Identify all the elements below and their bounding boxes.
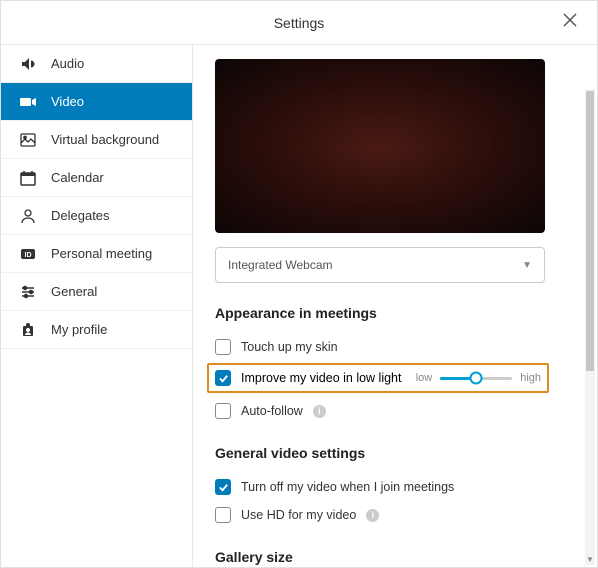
- camera-select-value: Integrated Webcam: [228, 258, 333, 272]
- sidebar-label: Audio: [51, 56, 84, 71]
- checkbox-touchup[interactable]: [215, 339, 231, 355]
- option-label: Turn off my video when I join meetings: [241, 480, 454, 494]
- sidebar-item-my-profile[interactable]: My profile: [1, 311, 192, 349]
- settings-modal: Settings Audio Video Virtual background …: [0, 0, 598, 568]
- chevron-down-icon: ▼: [522, 260, 532, 271]
- sidebar-label: Calendar: [51, 170, 104, 185]
- video-icon: [19, 93, 37, 111]
- sliders-icon: [19, 283, 37, 301]
- sidebar-item-calendar[interactable]: Calendar: [1, 159, 192, 197]
- settings-content: Integrated Webcam ▼ Appearance in meetin…: [193, 45, 597, 567]
- content-scrollbar[interactable]: ▲ ▼: [585, 89, 595, 565]
- check-icon: [218, 373, 229, 384]
- section-general-heading: General video settings: [215, 445, 575, 461]
- camera-select[interactable]: Integrated Webcam ▼: [215, 247, 545, 283]
- sidebar-label: Video: [51, 94, 84, 109]
- sidebar-item-video[interactable]: Video: [1, 83, 192, 121]
- slider-high-label: high: [520, 372, 541, 384]
- option-lowlight-highlighted[interactable]: Improve my video in low light low high: [207, 363, 549, 393]
- option-label: Improve my video in low light: [241, 371, 401, 385]
- settings-sidebar: Audio Video Virtual background Calendar …: [1, 45, 193, 567]
- lowlight-slider-wrap: low high: [416, 371, 541, 385]
- check-icon: [218, 482, 229, 493]
- scroll-down-icon[interactable]: ▼: [585, 555, 595, 565]
- checkbox-autofollow[interactable]: [215, 403, 231, 419]
- checkbox-hd[interactable]: [215, 507, 231, 523]
- sidebar-item-virtual-background[interactable]: Virtual background: [1, 121, 192, 159]
- sidebar-label: Delegates: [51, 208, 110, 223]
- slider-low-label: low: [416, 372, 433, 384]
- close-button[interactable]: [563, 13, 583, 33]
- video-preview: [215, 59, 545, 233]
- calendar-icon: [19, 169, 37, 187]
- option-label: Use HD for my video: [241, 508, 356, 522]
- option-label: Touch up my skin: [241, 340, 338, 354]
- modal-body: Audio Video Virtual background Calendar …: [1, 45, 597, 567]
- checkbox-lowlight[interactable]: [215, 370, 231, 386]
- option-touchup[interactable]: Touch up my skin: [215, 335, 575, 359]
- option-autofollow[interactable]: Auto-follow i: [215, 399, 575, 423]
- option-hd-video[interactable]: Use HD for my video i: [215, 503, 575, 527]
- sidebar-label: Personal meeting: [51, 246, 152, 261]
- option-label: Auto-follow: [241, 404, 303, 418]
- info-icon[interactable]: i: [366, 509, 379, 522]
- section-gallery-heading: Gallery size: [215, 549, 575, 565]
- sidebar-item-personal-meeting[interactable]: ID Personal meeting: [1, 235, 192, 273]
- scrollbar-thumb[interactable]: [586, 91, 594, 371]
- sidebar-item-general[interactable]: General: [1, 273, 192, 311]
- sidebar-item-audio[interactable]: Audio: [1, 45, 192, 83]
- info-icon[interactable]: i: [313, 405, 326, 418]
- checkbox-turnoff[interactable]: [215, 479, 231, 495]
- sidebar-item-delegates[interactable]: Delegates: [1, 197, 192, 235]
- close-icon: [563, 13, 577, 27]
- sidebar-label: Virtual background: [51, 132, 159, 147]
- option-turnoff-video[interactable]: Turn off my video when I join meetings: [215, 475, 575, 499]
- id-icon: ID: [19, 245, 37, 263]
- audio-icon: [19, 55, 37, 73]
- modal-title: Settings: [274, 15, 325, 31]
- slider-thumb[interactable]: [470, 372, 483, 385]
- lowlight-slider[interactable]: [440, 371, 512, 385]
- modal-header: Settings: [1, 1, 597, 45]
- virtual-bg-icon: [19, 131, 37, 149]
- delegates-icon: [19, 207, 37, 225]
- sidebar-label: My profile: [51, 322, 107, 337]
- profile-icon: [19, 321, 37, 339]
- section-appearance-heading: Appearance in meetings: [215, 305, 575, 321]
- svg-text:ID: ID: [25, 252, 32, 259]
- sidebar-label: General: [51, 284, 97, 299]
